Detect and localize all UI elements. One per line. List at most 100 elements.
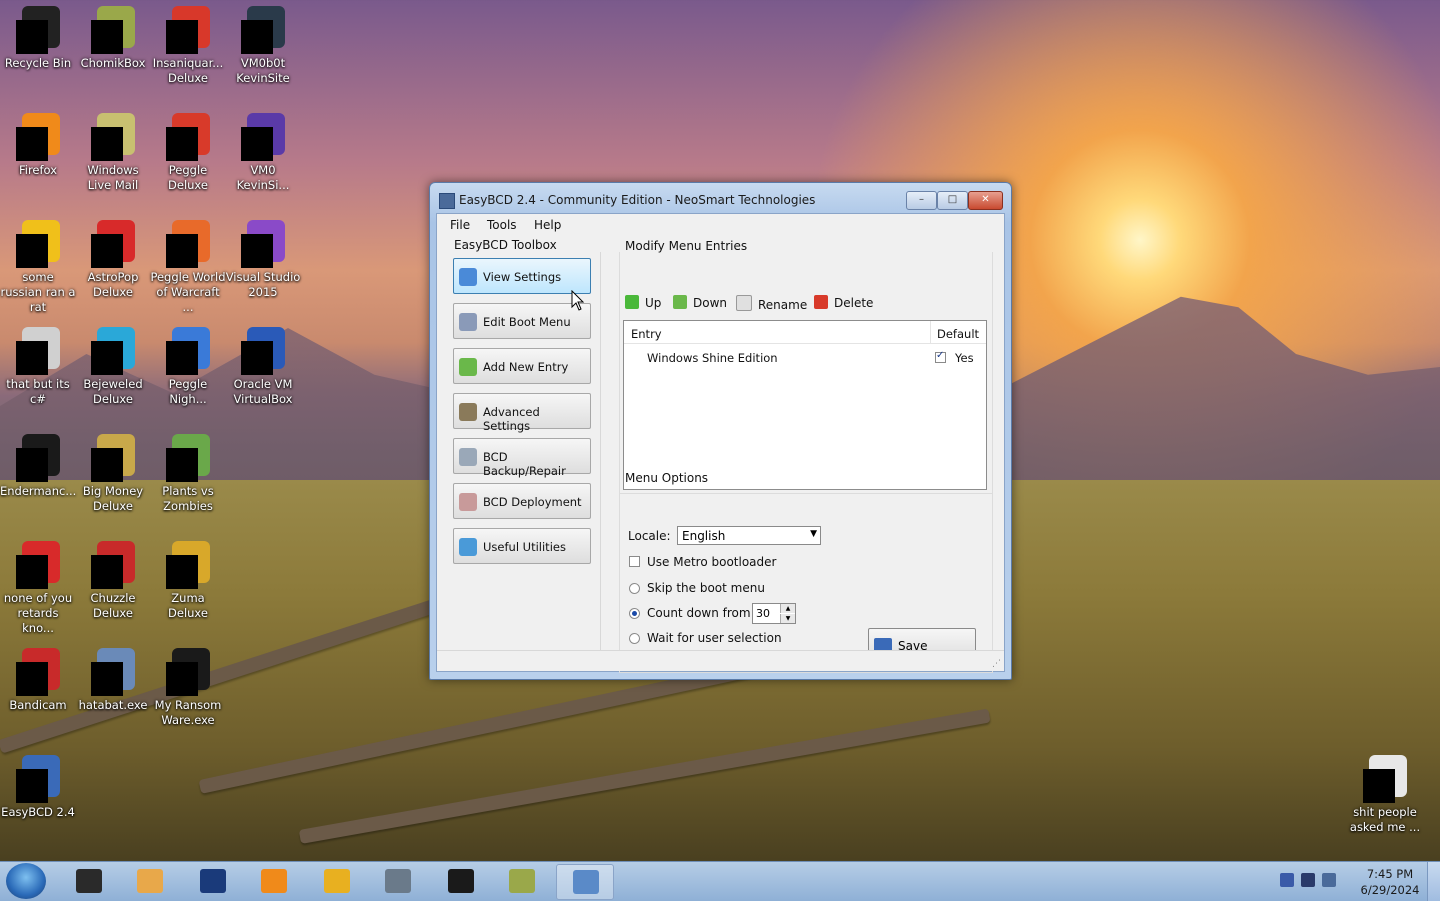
desktop-icon[interactable]: Big Money Deluxe bbox=[75, 434, 151, 514]
taskbar-console[interactable] bbox=[432, 864, 488, 898]
desktop-icon[interactable]: Chuzzle Deluxe bbox=[75, 541, 151, 621]
wait-user-label[interactable]: Wait for user selection bbox=[647, 631, 782, 645]
toolbox-button-label: BCD Backup/Repair bbox=[483, 450, 566, 478]
toolbox-bcd-backup-repair-button[interactable]: BCD Backup/Repair bbox=[453, 438, 591, 478]
desktop-icon[interactable]: none of you retards kno... bbox=[0, 541, 76, 636]
locale-select[interactable]: English ▼ bbox=[677, 526, 821, 545]
desktop-icon[interactable]: My Ransom Ware.exe bbox=[150, 648, 226, 728]
big-money-icon bbox=[89, 434, 137, 482]
desktop-icon[interactable]: AstroPop Deluxe bbox=[75, 220, 151, 300]
up-button[interactable]: Up bbox=[625, 295, 661, 310]
tray-volume-icon[interactable] bbox=[1322, 873, 1336, 887]
desktop-icon[interactable]: EasyBCD 2.4 bbox=[0, 755, 76, 820]
taskbar-de[interactable] bbox=[308, 864, 364, 898]
desktop-icon-label: My Ransom Ware.exe bbox=[154, 698, 222, 727]
resize-grip-icon[interactable]: ⋰ bbox=[992, 659, 1002, 669]
show-desktop-button[interactable] bbox=[1427, 862, 1440, 901]
desktop-icon[interactable]: Peggle World of Warcraft ... bbox=[150, 220, 226, 315]
tray-network-icon[interactable] bbox=[1301, 873, 1315, 887]
delete-button[interactable]: Delete bbox=[814, 295, 873, 310]
skip-boot-menu-label[interactable]: Skip the boot menu bbox=[647, 581, 765, 595]
desktop-icon-label: Endermanc... bbox=[0, 484, 77, 498]
metro-bootloader-checkbox[interactable] bbox=[629, 556, 640, 567]
desktop-icon[interactable]: VM0 KevinSi... bbox=[225, 113, 301, 193]
stepper-up-icon[interactable]: ▲ bbox=[780, 604, 795, 613]
desktop-icon[interactable]: some russian ran a rat bbox=[0, 220, 76, 315]
icon-redaction bbox=[16, 341, 48, 375]
menu-file[interactable]: File bbox=[450, 218, 470, 232]
countdown-radio[interactable] bbox=[629, 608, 640, 619]
desktop-icon[interactable]: Insaniquar... Deluxe bbox=[150, 6, 226, 86]
desktop-icon[interactable]: that but its c# bbox=[0, 327, 76, 407]
sidebar-divider bbox=[600, 252, 601, 652]
vm0b0t-icon bbox=[239, 6, 287, 54]
desktop-icon-label: Bandicam bbox=[9, 698, 67, 712]
desktop-icon[interactable]: Zuma Deluxe bbox=[150, 541, 226, 621]
desktop-icon[interactable]: Firefox bbox=[0, 113, 76, 178]
desktop-icon[interactable]: Endermanc... bbox=[0, 434, 76, 499]
skip-boot-menu-radio[interactable] bbox=[629, 583, 640, 594]
boot-entries-list[interactable]: Entry Default Windows Shine Edition Yes bbox=[623, 320, 987, 490]
desktop-icon[interactable]: hatabat.exe bbox=[75, 648, 151, 713]
down-button[interactable]: Down bbox=[673, 295, 727, 310]
desktop-icon[interactable]: Peggle Nigh... bbox=[150, 327, 226, 407]
taskbar-easybcd[interactable] bbox=[556, 864, 614, 900]
menu-help[interactable]: Help bbox=[534, 218, 561, 232]
desktop-icon[interactable]: ChomikBox bbox=[75, 6, 151, 71]
desktop-icon-label: Visual Studio 2015 bbox=[225, 270, 301, 299]
desktop-icon[interactable]: Peggle Deluxe bbox=[150, 113, 226, 193]
minimize-button[interactable]: – bbox=[906, 191, 937, 210]
windows-stack-icon bbox=[385, 869, 411, 893]
taskbar-terminal[interactable] bbox=[60, 864, 116, 898]
wait-user-radio[interactable] bbox=[629, 633, 640, 644]
desktop-icon-label: Insaniquar... Deluxe bbox=[152, 56, 224, 85]
toolbox-add-new-entry-button[interactable]: Add New Entry bbox=[453, 348, 591, 384]
start-button[interactable] bbox=[6, 863, 46, 899]
taskbar-media-player[interactable] bbox=[121, 864, 177, 898]
taskbar-firefox[interactable] bbox=[245, 864, 301, 898]
icon-redaction bbox=[91, 341, 123, 375]
menu-tools[interactable]: Tools bbox=[487, 218, 517, 232]
desktop-icon-label: ChomikBox bbox=[80, 56, 146, 70]
toolbox-button-label: Edit Boot Menu bbox=[483, 315, 571, 329]
terminal-stack-icon bbox=[14, 327, 62, 375]
russian-rat-icon bbox=[14, 220, 62, 268]
taskbar-chomikbox[interactable] bbox=[493, 864, 549, 898]
desktop-icon[interactable]: Recycle Bin bbox=[0, 6, 76, 71]
toolbox-advanced-settings-button[interactable]: Advanced Settings bbox=[453, 393, 591, 433]
clock[interactable]: 7:45 PM 6/29/2024 bbox=[1352, 866, 1428, 898]
maximize-button[interactable]: □ bbox=[937, 191, 968, 210]
desktop-icon[interactable]: Visual Studio 2015 bbox=[225, 220, 301, 300]
desktop-icon[interactable]: Windows Live Mail bbox=[75, 113, 151, 193]
media-player-icon bbox=[137, 869, 163, 893]
toolbox-useful-utilities-button[interactable]: Useful Utilities bbox=[453, 528, 591, 564]
desktop-icon[interactable]: shit people asked me ... bbox=[1347, 755, 1423, 835]
countdown-stepper[interactable]: 30 ▲ ▼ bbox=[752, 603, 796, 624]
icon-redaction bbox=[1363, 769, 1395, 803]
desktop-icon[interactable]: VM0b0t KevinSite bbox=[225, 6, 301, 86]
desktop-icon[interactable]: Bandicam bbox=[0, 648, 76, 713]
column-entry[interactable]: Entry bbox=[631, 327, 662, 341]
taskbar-globe[interactable] bbox=[184, 864, 240, 898]
desktop-icon[interactable]: Bejeweled Deluxe bbox=[75, 327, 151, 407]
default-checkbox[interactable] bbox=[935, 350, 946, 363]
column-divider bbox=[930, 321, 931, 343]
metro-bootloader-label[interactable]: Use Metro bootloader bbox=[647, 555, 776, 569]
stepper-down-icon[interactable]: ▼ bbox=[780, 614, 795, 623]
taskbar-windows-stack[interactable] bbox=[369, 864, 425, 898]
desktop-icon[interactable]: Oracle VM VirtualBox bbox=[225, 327, 301, 407]
close-button[interactable]: ✕ bbox=[968, 191, 1003, 210]
rename-button[interactable]: Rename bbox=[736, 295, 807, 312]
locale-label: Locale: bbox=[628, 529, 671, 543]
de-icon bbox=[324, 869, 350, 893]
column-default[interactable]: Default bbox=[937, 327, 979, 341]
icon-redaction bbox=[166, 127, 198, 161]
tray-flag-icon[interactable] bbox=[1280, 873, 1294, 887]
icon-redaction bbox=[91, 662, 123, 696]
toolbox-view-settings-button[interactable]: View Settings bbox=[453, 258, 591, 294]
status-bar: ⋰ bbox=[437, 650, 1004, 671]
title-bar[interactable]: EasyBCD 2.4 - Community Edition - NeoSma… bbox=[430, 183, 1011, 217]
countdown-label[interactable]: Count down from bbox=[647, 606, 751, 620]
desktop-icon[interactable]: Plants vs Zombies bbox=[150, 434, 226, 514]
toolbox-bcd-deployment-button[interactable]: BCD Deployment bbox=[453, 483, 591, 519]
